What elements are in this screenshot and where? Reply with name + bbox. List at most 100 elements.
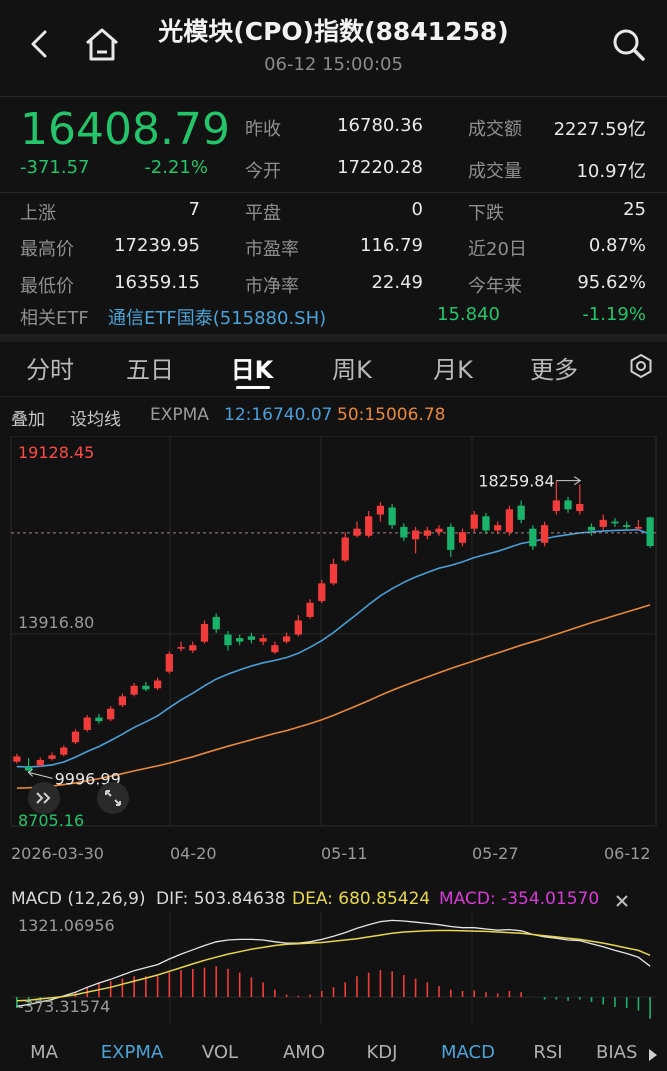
indicator-tab-expma[interactable]: EXPMA — [92, 1042, 172, 1063]
chart-settings-button[interactable] — [624, 350, 658, 382]
etf-price: 15.840 — [437, 304, 500, 325]
etf-link[interactable]: 通信ETF国泰(515880.SH) — [108, 304, 326, 330]
macd-chart[interactable]: 1321.06956 -373.31574 — [0, 912, 667, 1024]
candle — [329, 558, 338, 586]
quote-timestamp: 06-12 15:00:05 — [264, 54, 403, 75]
candle-body — [470, 514, 478, 529]
indicator-tab-ma[interactable]: MA — [14, 1042, 74, 1063]
falling-label: 下跌 — [468, 203, 504, 224]
candle-body — [247, 636, 256, 640]
candle-body — [623, 525, 631, 527]
candle — [318, 579, 326, 603]
divider — [0, 192, 667, 193]
candle — [83, 715, 91, 732]
candle — [71, 729, 80, 745]
candle-body — [564, 500, 572, 510]
candle — [236, 634, 244, 646]
x-label-3: 05-11 — [321, 844, 368, 863]
high-value: 17239.95 — [114, 235, 200, 256]
candle — [388, 503, 396, 529]
etf-label: 相关ETF — [20, 308, 89, 329]
x-label-4: 05-27 — [472, 844, 519, 863]
search-button[interactable] — [606, 22, 652, 68]
close-indicator-button[interactable] — [610, 889, 634, 913]
candle — [189, 641, 197, 653]
turnover-value: 2227.59亿 — [553, 119, 646, 140]
indicator-tab-vol[interactable]: VOL — [190, 1042, 250, 1063]
candle — [376, 502, 385, 522]
candle-body — [423, 530, 431, 536]
candle-body — [411, 530, 420, 540]
high-annotation: 18259.84 — [478, 472, 554, 491]
candle-body — [318, 583, 326, 602]
candle — [142, 681, 150, 692]
candle — [458, 528, 467, 547]
expand-forward-button[interactable] — [28, 782, 60, 814]
candle-body — [142, 685, 150, 690]
x-label-5: 06-12 — [604, 844, 651, 863]
tab-weekly-k[interactable]: 周K — [312, 350, 392, 385]
indicator-tab-kdj[interactable]: KDJ — [352, 1042, 412, 1063]
candle — [540, 521, 549, 547]
overlay-button[interactable]: 叠加 — [11, 405, 45, 430]
candle-body — [95, 717, 103, 722]
candle-body — [517, 505, 525, 520]
ma-setting-button[interactable]: 设均线 — [70, 405, 121, 430]
candle-body — [400, 526, 408, 538]
price-change: -371.57 — [20, 157, 90, 178]
candle-body — [48, 755, 56, 759]
tab-daily-k[interactable]: 日K — [212, 350, 292, 385]
expma50-value: 50:15006.78 — [337, 405, 446, 425]
prev-close-value: 16780.36 — [337, 115, 423, 136]
prev-close-label: 昨收 — [245, 119, 281, 140]
pe-value: 116.79 — [360, 235, 423, 256]
fullscreen-button[interactable] — [97, 782, 129, 814]
low-label: 最低价 — [20, 276, 74, 297]
tab-more[interactable]: 更多 — [514, 350, 594, 385]
candle-body — [494, 525, 502, 531]
candle-body — [552, 500, 560, 512]
indicator-tab-macd[interactable]: MACD — [432, 1042, 504, 1063]
divider — [0, 334, 667, 342]
candle — [611, 518, 619, 527]
high-label: 最高价 — [20, 239, 74, 260]
falling-value: 25 — [623, 199, 646, 220]
rising-value: 7 — [188, 199, 200, 220]
candle — [107, 706, 115, 722]
indicator-tab-bias[interactable]: BIAS — [596, 1042, 652, 1063]
candle — [341, 532, 349, 563]
etf-change-pct: -1.19% — [582, 304, 646, 325]
candle — [517, 500, 525, 524]
candle-body — [189, 645, 197, 651]
tab-five-day[interactable]: 五日 — [110, 350, 190, 385]
candle — [505, 505, 514, 536]
candle-body — [365, 516, 373, 536]
candle — [60, 745, 68, 757]
candle-body — [447, 526, 455, 550]
x-label-2: 04-20 — [170, 844, 217, 863]
candle — [165, 651, 173, 674]
candle-body — [540, 525, 549, 543]
tab-intraday[interactable]: 分时 — [10, 350, 90, 385]
candle-body — [212, 616, 220, 630]
candle — [153, 677, 162, 691]
pb-value: 22.49 — [371, 272, 423, 293]
candle — [634, 519, 643, 531]
active-tab-indicator — [236, 386, 270, 389]
indicator-tab-amo[interactable]: AMO — [274, 1042, 334, 1063]
expma12-value: 12:16740.07 — [224, 405, 333, 425]
tab-monthly-k[interactable]: 月K — [413, 350, 493, 385]
macd-y-min-label: -373.31574 — [18, 997, 110, 1016]
candles — [13, 480, 654, 773]
flat-value: 0 — [411, 199, 423, 220]
candle — [564, 496, 572, 513]
candle — [365, 511, 373, 538]
candle-body — [13, 756, 21, 762]
candle-body — [200, 624, 209, 642]
candle-body — [646, 517, 654, 547]
candle-body — [177, 646, 185, 649]
indicator-tab-rsi[interactable]: RSI — [520, 1042, 576, 1063]
candle — [177, 641, 185, 652]
scroll-right-icon[interactable] — [647, 1048, 659, 1062]
candle-body — [130, 685, 138, 695]
